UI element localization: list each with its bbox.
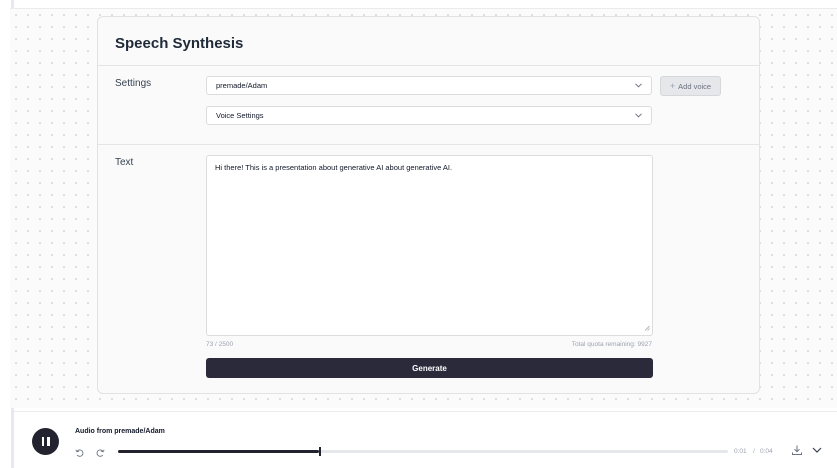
voice-settings-label: Voice Settings <box>216 111 264 120</box>
divider <box>98 144 759 145</box>
text-label: Text <box>115 157 134 168</box>
forward-icon[interactable] <box>95 448 105 458</box>
progress-track[interactable] <box>118 447 728 456</box>
voice-select-value: premade/Adam <box>216 81 268 90</box>
progress-fill <box>118 450 320 453</box>
add-voice-button[interactable]: + Add voice <box>660 76 721 96</box>
quota-remaining: Total quota remaining: 9927 <box>571 341 652 348</box>
duration: 0:04 <box>760 448 773 455</box>
pause-icon <box>41 437 44 446</box>
current-time: 0:01 <box>734 448 747 455</box>
audio-player: Audio from premade/Adam 0:01 / 0:04 <box>14 411 837 468</box>
chevron-down-icon <box>634 82 642 90</box>
voice-select[interactable]: premade/Adam <box>206 76 652 95</box>
download-icon[interactable] <box>791 444 803 456</box>
char-count: 73 / 2500 <box>206 341 234 348</box>
settings-label: Settings <box>115 78 152 89</box>
text-input-value: Hi there! This is a presentation about g… <box>215 163 453 172</box>
divider <box>98 65 759 66</box>
chevron-down-icon <box>634 112 642 120</box>
progress-handle[interactable] <box>319 447 321 456</box>
generate-button[interactable]: Generate <box>206 358 653 378</box>
collapse-chevron-icon[interactable] <box>811 444 823 456</box>
play-pause-button[interactable] <box>32 428 59 455</box>
speech-synthesis-card: Speech Synthesis Settings premade/Adam +… <box>97 16 760 394</box>
voice-settings-select[interactable]: Voice Settings <box>206 106 652 125</box>
add-voice-label: Add voice <box>678 81 712 91</box>
plus-icon: + <box>669 80 676 91</box>
page-title: Speech Synthesis <box>115 35 244 52</box>
time-separator: / <box>753 448 755 455</box>
audio-title: Audio from premade/Adam <box>75 428 165 435</box>
resize-handle-icon[interactable] <box>644 324 650 333</box>
rewind-icon[interactable] <box>75 448 85 458</box>
text-input[interactable]: Hi there! This is a presentation about g… <box>206 155 653 336</box>
